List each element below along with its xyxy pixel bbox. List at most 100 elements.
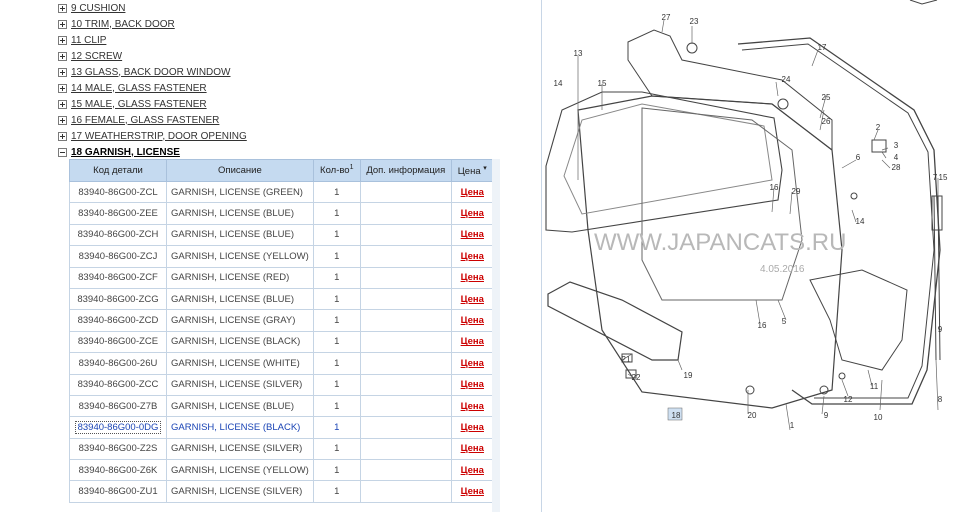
table-row[interactable]: 83940-86G00-ZCH GARNISH, LICENSE (BLUE) 1 Ц… (69, 223, 494, 247)
price-cell[interactable]: Цена (450, 394, 494, 418)
tree-node[interactable]: 10 TRIM, BACK DOOR (58, 16, 247, 32)
col-header-quantity[interactable]: Кол-во1 (312, 159, 361, 182)
price-link[interactable]: Цена (461, 358, 484, 369)
expand-icon[interactable] (58, 35, 67, 45)
callout-number[interactable]: 16 (758, 321, 767, 330)
price-cell[interactable]: Цена (450, 309, 494, 332)
table-row[interactable]: 83940-86G00-Z7B GARNISH, LICENSE (BLUE) 1 Ц… (69, 394, 494, 418)
price-link[interactable]: Цена (461, 443, 484, 454)
callout-number[interactable]: 16 (770, 183, 779, 192)
price-cell[interactable]: Цена (450, 266, 494, 289)
callout-number[interactable]: 19 (684, 371, 693, 380)
table-row[interactable]: 83940-86G00-Z2S GARNISH, LICENSE (SILVER)… (69, 437, 494, 461)
tree-node-label[interactable]: 14 MALE, GLASS FASTENER (71, 83, 207, 94)
price-cell[interactable]: Цена (450, 352, 494, 375)
col-header-code[interactable]: Код детали (69, 159, 167, 182)
tree-node[interactable]: 15 MALE, GLASS FASTENER (58, 96, 247, 112)
tree-node[interactable]: 18 GARNISH, LICENSE (58, 144, 247, 160)
callout-number[interactable]: 15 (598, 79, 607, 88)
price-link[interactable]: Цена (461, 315, 484, 326)
table-row[interactable]: 83940-86G00-ZEE GARNISH, LICENSE (BLUE) 1 Ц… (69, 202, 494, 225)
callout-number[interactable]: 25 (822, 93, 831, 102)
callout-number[interactable]: 24 (782, 75, 791, 84)
callout-number[interactable]: 14 (554, 79, 563, 88)
price-link[interactable]: Цена (461, 208, 484, 219)
price-link[interactable]: Цена (461, 401, 484, 412)
price-cell[interactable]: Цена (450, 330, 494, 354)
price-cell[interactable]: Цена (450, 287, 494, 311)
callout-number[interactable]: 22 (632, 373, 641, 382)
callout-number[interactable]: 9 (824, 411, 829, 420)
tree-node[interactable]: 11 CLIP (58, 32, 247, 48)
table-row[interactable]: 83940-86G00-26U GARNISH, LICENSE (WHITE) 1… (69, 352, 494, 375)
price-cell[interactable]: Цена (450, 416, 494, 439)
table-row[interactable]: 83940-86G00-ZCE GARNISH, LICENSE (BLACK) 1… (69, 330, 494, 354)
callout-number[interactable]: 27 (662, 13, 671, 22)
expand-icon[interactable] (58, 3, 67, 13)
callout-number[interactable]: 5 (782, 317, 787, 326)
expand-icon[interactable] (58, 115, 67, 125)
price-cell[interactable]: Цена (450, 202, 494, 225)
callout-number[interactable]: 28 (892, 163, 901, 172)
table-row[interactable]: 83940-86G00-ZCF GARNISH, LICENSE (RED) 1 Це… (69, 266, 494, 289)
tree-node-label[interactable]: 15 MALE, GLASS FASTENER (71, 99, 207, 110)
callout-number[interactable]: 14 (856, 217, 865, 226)
tree-node-label[interactable]: 18 GARNISH, LICENSE (71, 147, 180, 158)
price-link[interactable]: Цена (461, 465, 484, 476)
callout-number[interactable]: 9 (938, 325, 943, 334)
collapse-icon[interactable] (58, 147, 67, 157)
callout-number[interactable]: 8 (938, 395, 943, 404)
callout-number[interactable]: 11 (870, 382, 879, 391)
table-row[interactable]: 83940-86G00-ZCC GARNISH, LICENSE (SILVER)… (69, 373, 494, 396)
callout-number[interactable]: 1 (790, 421, 795, 430)
col-header-price[interactable]: Цена ▾ (450, 159, 494, 182)
price-link[interactable]: Цена (461, 229, 484, 240)
expand-icon[interactable] (58, 51, 67, 61)
callout-number[interactable]: 21 (622, 355, 631, 364)
price-cell[interactable]: Цена (450, 437, 494, 461)
tree-node[interactable]: 13 GLASS, BACK DOOR WINDOW (58, 64, 247, 80)
tree-node-label[interactable]: 13 GLASS, BACK DOOR WINDOW (71, 67, 230, 78)
table-row[interactable]: 83940-86G00-ZCL GARNISH, LICENSE (GREEN) 1… (69, 180, 494, 204)
price-cell[interactable]: Цена (450, 459, 494, 482)
table-row[interactable]: 83940-86G00-ZCG GARNISH, LICENSE (BLUE) 1 Ц… (69, 287, 494, 311)
tree-node[interactable]: 17 WEATHERSTRIP, DOOR OPENING (58, 128, 247, 144)
tree-node-label[interactable]: 12 SCREW (71, 51, 122, 62)
table-row[interactable]: 83940-86G00-Z6K GARNISH, LICENSE (YELLOW)… (69, 459, 494, 482)
callout-number[interactable]: 26 (822, 117, 831, 126)
tree-node-label[interactable]: 16 FEMALE, GLASS FASTENER (71, 115, 219, 126)
callout-number[interactable]: 2 (876, 123, 881, 132)
callout-number[interactable]: 23 (690, 17, 699, 26)
price-link[interactable]: Цена (461, 294, 484, 305)
price-link[interactable]: Цена (461, 379, 484, 390)
price-link[interactable]: Цена (461, 336, 484, 347)
price-link[interactable]: Цена (461, 187, 484, 198)
callout-number[interactable]: 15 (939, 173, 948, 182)
tree-node-label[interactable]: 10 TRIM, BACK DOOR (71, 19, 175, 30)
tree-node[interactable]: 9 CUSHION (58, 0, 247, 16)
tree-node[interactable]: 14 MALE, GLASS FASTENER (58, 80, 247, 96)
callout-number[interactable]: 6 (856, 153, 861, 162)
expand-icon[interactable] (58, 131, 67, 141)
table-row[interactable]: 83940-86G00-0DG GARNISH, LICENSE (BLACK) 1… (69, 416, 494, 439)
callout-number[interactable]: 18 (672, 411, 681, 420)
expand-icon[interactable] (58, 83, 67, 93)
price-cell[interactable]: Цена (450, 373, 494, 396)
price-link[interactable]: Цена (461, 272, 484, 283)
price-link[interactable]: Цена (461, 251, 484, 262)
callout-number[interactable]: 13 (574, 49, 583, 58)
tree-node[interactable]: 12 SCREW (58, 48, 247, 64)
table-scrollbar[interactable] (492, 159, 500, 512)
tree-node[interactable]: 16 FEMALE, GLASS FASTENER (58, 112, 247, 128)
tree-node-label[interactable]: 9 CUSHION (71, 3, 125, 14)
callout-number[interactable]: 17 (818, 43, 827, 52)
callout-number[interactable]: 10 (874, 413, 883, 422)
tree-node-label[interactable]: 11 CLIP (71, 35, 106, 46)
price-cell[interactable]: Цена (450, 480, 494, 503)
callout-number[interactable]: 7 (933, 173, 938, 182)
expand-icon[interactable] (58, 99, 67, 109)
callout-number[interactable]: 29 (792, 187, 801, 196)
table-row[interactable]: 83940-86G00-ZCJ GARNISH, LICENSE (YELLOW)… (69, 245, 494, 268)
table-row[interactable]: 83940-86G00-ZCD GARNISH, LICENSE (GRAY) 1 Ц… (69, 309, 494, 332)
col-header-description[interactable]: Описание (166, 159, 314, 182)
